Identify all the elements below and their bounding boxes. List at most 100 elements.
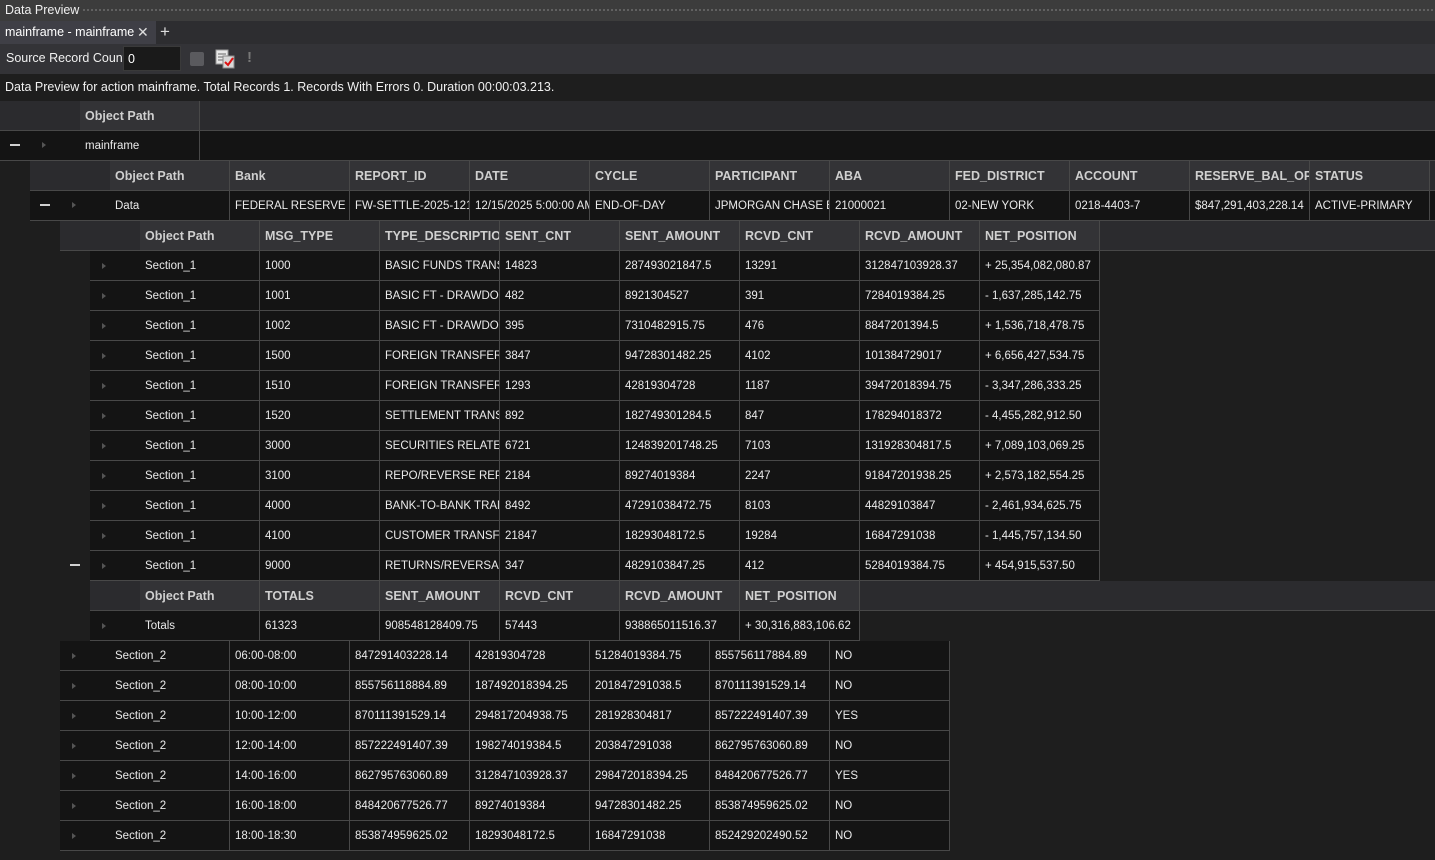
section2-row5-cell-1[interactable]: 16:00-18:00 xyxy=(230,791,350,821)
section1-row7-cell-7[interactable]: + 2,573,182,554.25 xyxy=(980,461,1100,491)
section1-row6-cell-2[interactable]: SECURITIES RELATED (I xyxy=(380,431,500,461)
section1-row10-cell-4[interactable]: 4829103847.25 xyxy=(620,551,740,581)
section1-row1-cell-3[interactable]: 482 xyxy=(500,281,620,311)
row-expand-arrow-icon[interactable] xyxy=(72,833,76,839)
section1-row3-cell-6[interactable]: 101384729017 xyxy=(860,341,980,371)
section2-row3-cell-2[interactable]: 857222491407.39 xyxy=(350,731,470,761)
section1-row0-cell-5[interactable]: 13291 xyxy=(740,251,860,281)
section1-row4-cell-2[interactable]: FOREIGN TRANSFER (C xyxy=(380,371,500,401)
section1-row8-cell-1[interactable]: 4000 xyxy=(260,491,380,521)
section2-row4-cell-3[interactable]: 312847103928.37 xyxy=(470,761,590,791)
section1-row9-cell-4[interactable]: 18293048172.5 xyxy=(620,521,740,551)
section2-row2-cell-6[interactable]: YES xyxy=(830,701,950,731)
section1-row7-cell-4[interactable]: 89274019384 xyxy=(620,461,740,491)
row-expand-arrow-icon[interactable] xyxy=(102,443,106,449)
section1-row2-cell-1[interactable]: 1002 xyxy=(260,311,380,341)
section1-row7-cell-5[interactable]: 2247 xyxy=(740,461,860,491)
section1-row9-cell-5[interactable]: 19284 xyxy=(740,521,860,551)
section2-row5-cell-6[interactable]: NO xyxy=(830,791,950,821)
collapse-minus-icon[interactable] xyxy=(40,204,50,206)
section1-row9-cell-7[interactable]: - 1,445,757,134.50 xyxy=(980,521,1100,551)
totals-cell-5[interactable]: + 30,316,883,106.62 xyxy=(740,611,860,641)
source-record-count-input[interactable] xyxy=(123,46,181,71)
row-expand-arrow-icon[interactable] xyxy=(102,323,106,329)
section1-row9-cell-2[interactable]: CUSTOMER TRANSFER xyxy=(380,521,500,551)
section1-row7-cell-2[interactable]: REPO/REVERSE REPO S xyxy=(380,461,500,491)
stop-button[interactable] xyxy=(190,52,204,66)
section2-row3-cell-4[interactable]: 203847291038 xyxy=(590,731,710,761)
section2-row0-cell-4[interactable]: 51284019384.75 xyxy=(590,641,710,671)
row-expand-arrow-icon[interactable] xyxy=(72,743,76,749)
section2-row6-cell-5[interactable]: 852429202490.52 xyxy=(710,821,830,851)
totals-cell-2[interactable]: 908548128409.75 xyxy=(380,611,500,641)
row-expand-arrow-icon[interactable] xyxy=(102,503,106,509)
section1-row0-cell-2[interactable]: BASIC FUNDS TRANSFER xyxy=(380,251,500,281)
section1-row6-cell-5[interactable]: 7103 xyxy=(740,431,860,461)
section2-row1-cell-3[interactable]: 187492018394.25 xyxy=(470,671,590,701)
section1-row0-cell-6[interactable]: 312847103928.37 xyxy=(860,251,980,281)
section1-row10-cell-6[interactable]: 5284019384.75 xyxy=(860,551,980,581)
section2-row4-cell-6[interactable]: YES xyxy=(830,761,950,791)
section2-row4-cell-4[interactable]: 298472018394.25 xyxy=(590,761,710,791)
section1-row8-cell-6[interactable]: 44829103847 xyxy=(860,491,980,521)
row-expand-arrow-icon[interactable] xyxy=(102,413,106,419)
section1-row6-cell-6[interactable]: 131928304817.5 xyxy=(860,431,980,461)
section2-row1-cell-0[interactable]: Section_2 xyxy=(110,671,230,701)
section1-row5-cell-5[interactable]: 847 xyxy=(740,401,860,431)
level1-cell-6[interactable]: 21000021 xyxy=(830,191,950,221)
section1-row7-cell-3[interactable]: 2184 xyxy=(500,461,620,491)
section1-row3-cell-5[interactable]: 4102 xyxy=(740,341,860,371)
section1-row2-cell-2[interactable]: BASIC FT - DRAWDOWN xyxy=(380,311,500,341)
row-expand-arrow-icon[interactable] xyxy=(72,683,76,689)
level1-cell-8[interactable]: 0218-4403-7 xyxy=(1070,191,1190,221)
level1-cell-7[interactable]: 02-NEW YORK xyxy=(950,191,1070,221)
row-expand-arrow-icon[interactable] xyxy=(72,713,76,719)
totals-cell-1[interactable]: 61323 xyxy=(260,611,380,641)
section1-row1-cell-5[interactable]: 391 xyxy=(740,281,860,311)
section1-row9-cell-6[interactable]: 16847291038 xyxy=(860,521,980,551)
row-expand-arrow-icon[interactable] xyxy=(102,473,106,479)
tab-mainframe[interactable]: mainframe - mainframe ✕ xyxy=(0,21,156,44)
level1-cell-9[interactable]: $847,291,403,228.14 xyxy=(1190,191,1310,221)
row-expand-arrow-icon[interactable] xyxy=(102,563,106,569)
section1-row3-cell-1[interactable]: 1500 xyxy=(260,341,380,371)
section2-row0-cell-0[interactable]: Section_2 xyxy=(110,641,230,671)
section1-row5-cell-6[interactable]: 178294018372 xyxy=(860,401,980,431)
section1-row5-cell-2[interactable]: SETTLEMENT TRANSFER xyxy=(380,401,500,431)
section1-row9-cell-1[interactable]: 4100 xyxy=(260,521,380,551)
section1-row3-cell-0[interactable]: Section_1 xyxy=(140,341,260,371)
section1-row10-cell-3[interactable]: 347 xyxy=(500,551,620,581)
section1-row7-cell-0[interactable]: Section_1 xyxy=(140,461,260,491)
section2-row3-cell-5[interactable]: 862795763060.89 xyxy=(710,731,830,761)
section1-row5-cell-4[interactable]: 182749301284.5 xyxy=(620,401,740,431)
level1-cell-10[interactable]: ACTIVE-PRIMARY xyxy=(1310,191,1430,221)
row-expand-arrow-icon[interactable] xyxy=(42,142,46,148)
section1-row4-cell-4[interactable]: 42819304728 xyxy=(620,371,740,401)
section1-row1-cell-7[interactable]: - 1,637,285,142.75 xyxy=(980,281,1100,311)
section2-row3-cell-1[interactable]: 12:00-14:00 xyxy=(230,731,350,761)
section2-row1-cell-5[interactable]: 870111391529.14 xyxy=(710,671,830,701)
row-expand-arrow-icon[interactable] xyxy=(102,623,106,629)
row-expand-arrow-icon[interactable] xyxy=(72,803,76,809)
section2-row5-cell-4[interactable]: 94728301482.25 xyxy=(590,791,710,821)
section2-row1-cell-2[interactable]: 855756118884.89 xyxy=(350,671,470,701)
row-expand-arrow-icon[interactable] xyxy=(102,353,106,359)
section1-row7-cell-1[interactable]: 3100 xyxy=(260,461,380,491)
section1-row2-cell-0[interactable]: Section_1 xyxy=(140,311,260,341)
section1-row8-cell-3[interactable]: 8492 xyxy=(500,491,620,521)
section1-row4-cell-5[interactable]: 1187 xyxy=(740,371,860,401)
warning-icon[interactable]: ! xyxy=(247,49,255,67)
section1-row10-cell-1[interactable]: 9000 xyxy=(260,551,380,581)
section2-row4-cell-1[interactable]: 14:00-16:00 xyxy=(230,761,350,791)
section1-row1-cell-0[interactable]: Section_1 xyxy=(140,281,260,311)
section1-row2-cell-6[interactable]: 8847201394.5 xyxy=(860,311,980,341)
section2-row2-cell-4[interactable]: 281928304817 xyxy=(590,701,710,731)
section1-row8-cell-2[interactable]: BANK-TO-BANK TRANSFER xyxy=(380,491,500,521)
section1-row2-cell-4[interactable]: 7310482915.75 xyxy=(620,311,740,341)
row-expand-arrow-icon[interactable] xyxy=(102,293,106,299)
level1-cell-5[interactable]: JPMORGAN CHASE BANK xyxy=(710,191,830,221)
section2-row5-cell-5[interactable]: 853874959625.02 xyxy=(710,791,830,821)
section2-row3-cell-6[interactable]: NO xyxy=(830,731,950,761)
section1-row1-cell-1[interactable]: 1001 xyxy=(260,281,380,311)
section1-row3-cell-4[interactable]: 94728301482.25 xyxy=(620,341,740,371)
